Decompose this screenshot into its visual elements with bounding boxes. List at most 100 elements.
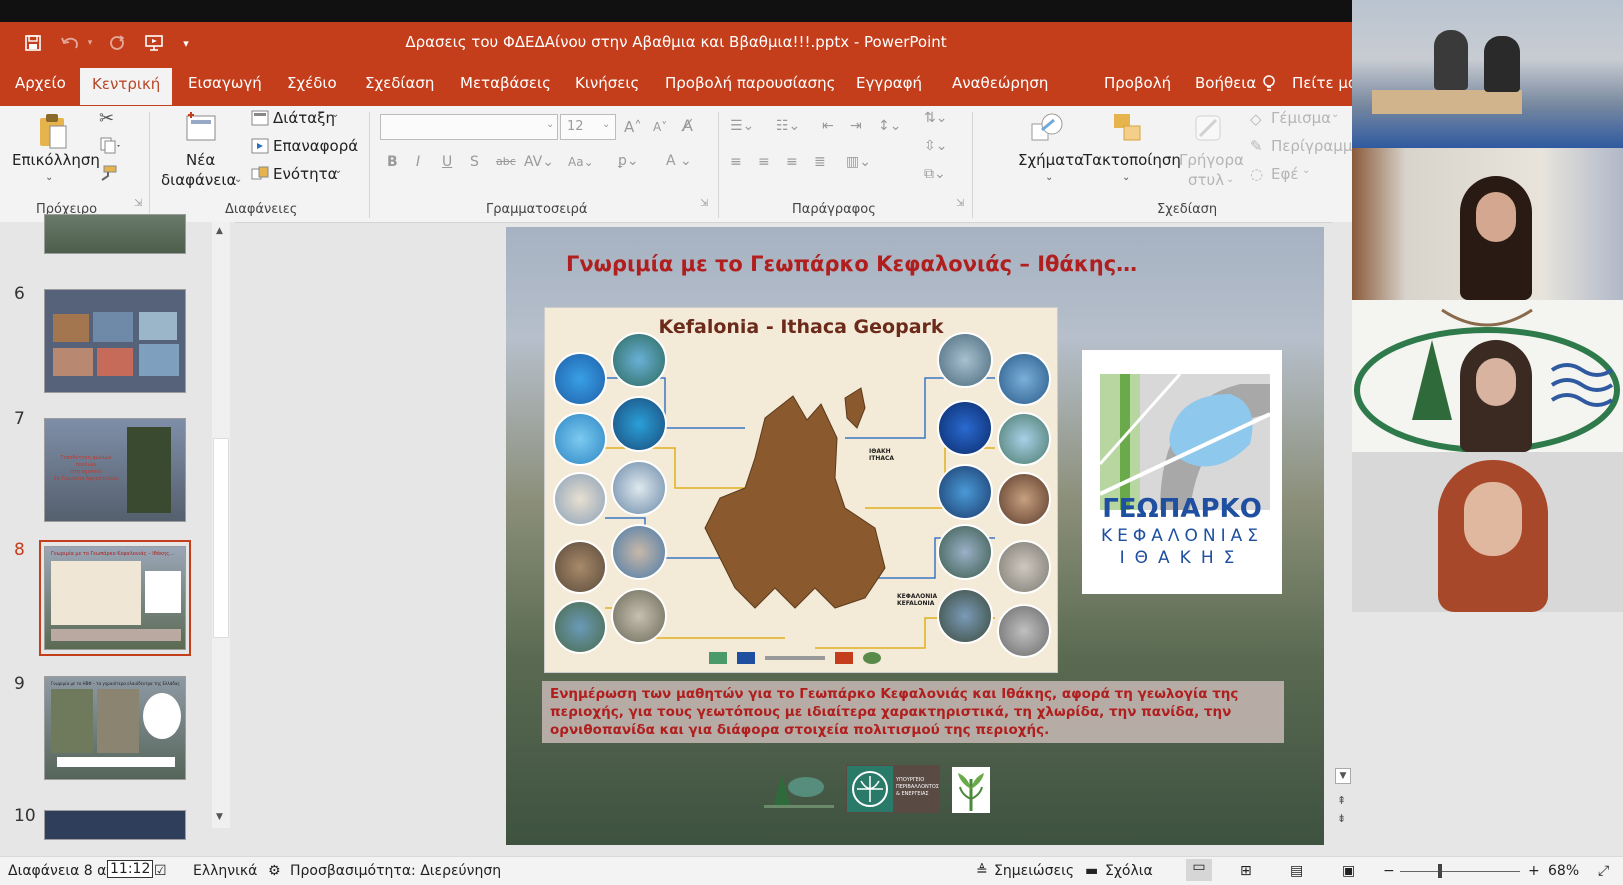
slide-sorter-icon[interactable]: ⊞: [1240, 863, 1252, 879]
notes-icon[interactable]: ≜: [976, 863, 988, 879]
new-slide-label-2[interactable]: διαφάνεια: [161, 171, 236, 189]
align-right-icon[interactable]: ≡: [786, 154, 798, 170]
font-name-field[interactable]: [380, 114, 558, 140]
line-spacing-icon[interactable]: ↕⌄: [878, 118, 901, 134]
layout-icon[interactable]: [251, 110, 269, 130]
section-dropdown-icon[interactable]: ⌄: [334, 165, 342, 176]
video-tile-4[interactable]: [1352, 452, 1623, 612]
scroll-up-arrow-icon[interactable]: ▲: [216, 226, 223, 236]
next-slide-icon[interactable]: ⇟: [1337, 812, 1346, 825]
shape-outline-button[interactable]: Περίγραμμα: [1271, 137, 1362, 155]
character-spacing-icon[interactable]: AV⌄: [524, 154, 554, 170]
font-color-icon[interactable]: A ⌄: [666, 153, 692, 169]
section-icon[interactable]: [251, 166, 269, 186]
tab-record[interactable]: Εγγραφή: [856, 74, 922, 92]
normal-view-icon[interactable]: ▭: [1186, 859, 1212, 881]
shape-effects-icon[interactable]: ◌: [1250, 165, 1263, 183]
shapes-button[interactable]: Σχήματα: [1018, 151, 1084, 169]
tab-home[interactable]: Κεντρική: [80, 68, 173, 105]
clear-formatting-icon[interactable]: A̸: [682, 116, 693, 135]
language-indicator[interactable]: Ελληνικά: [193, 863, 257, 879]
quick-styles-label-1[interactable]: Γρήγορα: [1179, 151, 1244, 169]
reset-button[interactable]: Επαναφορά: [273, 137, 358, 155]
shadow-icon[interactable]: S: [470, 154, 479, 170]
tab-design[interactable]: Σχέδιο: [287, 74, 337, 92]
quick-styles-dropdown-icon[interactable]: ⌄: [1226, 174, 1234, 185]
cut-icon[interactable]: ✂: [99, 108, 114, 129]
tab-slideshow[interactable]: Προβολή παρουσίασης: [665, 74, 835, 92]
format-painter-icon[interactable]: [98, 164, 118, 186]
align-center-icon[interactable]: ≡: [758, 154, 770, 170]
scroll-down-arrow-icon[interactable]: ▼: [1335, 768, 1351, 784]
arrange-icon[interactable]: [1110, 110, 1144, 150]
thumbnail-scrollbar[interactable]: ▲ ▼: [212, 222, 230, 828]
shapes-icon[interactable]: [1028, 110, 1068, 150]
highlight-icon[interactable]: ꝑ⌄: [618, 153, 639, 169]
tell-me-search[interactable]: Πείτε μο: [1292, 74, 1357, 92]
smartart-icon[interactable]: ⧉⌄: [924, 166, 946, 182]
font-launcher-icon[interactable]: ⇲: [700, 198, 708, 209]
tab-transitions[interactable]: Μεταβάσεις: [460, 74, 551, 92]
numbering-icon[interactable]: ☷⌄: [776, 118, 800, 134]
scroll-down-arrow-icon[interactable]: ▼: [216, 812, 223, 822]
justify-icon[interactable]: ≣: [814, 154, 826, 170]
italic-icon[interactable]: I: [416, 154, 420, 170]
zoom-level[interactable]: 68%: [1548, 863, 1579, 879]
notes-button[interactable]: Σημειώσεις: [994, 863, 1074, 879]
shape-fill-button[interactable]: Γέμισμα: [1271, 109, 1331, 127]
bullets-icon[interactable]: ☰⌄: [730, 118, 754, 134]
shape-effects-dropdown-icon[interactable]: ⌄: [1302, 165, 1310, 176]
zoom-slider-thumb[interactable]: [1438, 864, 1442, 878]
tab-file[interactable]: Αρχείο: [15, 74, 66, 92]
font-name-dropdown-icon[interactable]: ⌄: [546, 119, 554, 130]
accessibility-status[interactable]: Προσβασιμότητα: Διερεύνηση: [290, 863, 501, 879]
columns-icon[interactable]: ▥⌄: [846, 154, 871, 170]
zoom-in-icon[interactable]: +: [1528, 863, 1540, 879]
zoom-slider[interactable]: [1400, 864, 1520, 878]
slide-thumbnail-7[interactable]: Τοποθέτηση φωλιών πουλιών στο σχολείο 2ο…: [44, 418, 186, 522]
shape-fill-dropdown-icon[interactable]: ⌄: [1331, 109, 1339, 120]
paste-dropdown-icon[interactable]: ⌄: [45, 172, 53, 183]
slide-canvas[interactable]: Γνωριμία με το Γεωπάρκο Κεφαλονιάς – Ιθά…: [506, 227, 1324, 845]
fit-slide-icon[interactable]: ⤢: [1598, 863, 1609, 879]
paste-button[interactable]: Επικόλληση: [12, 151, 100, 169]
section-button[interactable]: Ενότητα: [273, 165, 338, 183]
copy-icon[interactable]: [99, 136, 121, 158]
video-tile-3[interactable]: [1352, 300, 1623, 452]
align-left-icon[interactable]: ≡: [730, 154, 742, 170]
slideshow-icon[interactable]: ▣: [1342, 863, 1355, 879]
slide-thumbnail-5[interactable]: [44, 214, 186, 254]
main-scrollbar[interactable]: ▼ ⇞ ⇟: [1332, 222, 1352, 856]
quick-styles-icon[interactable]: [1190, 110, 1226, 150]
tab-draw[interactable]: Σχεδίαση: [365, 74, 434, 92]
tab-animations[interactable]: Κινήσεις: [575, 74, 639, 92]
zoom-out-icon[interactable]: −: [1383, 863, 1395, 879]
text-direction-icon[interactable]: ⇅⌄: [924, 110, 947, 126]
tab-help[interactable]: Βοήθεια: [1195, 74, 1256, 92]
increase-indent-icon[interactable]: ⇥: [850, 118, 862, 134]
increase-font-icon[interactable]: A˄: [624, 118, 642, 136]
clipboard-launcher-icon[interactable]: ⇲: [134, 198, 142, 209]
change-case-icon[interactable]: Aa⌄: [568, 155, 594, 169]
font-size-dropdown-icon[interactable]: ⌄: [602, 119, 610, 130]
slide-thumbnail-9[interactable]: Γνωριμία με το ΗΒΦ – τα γηραιότερα ελαιό…: [44, 676, 186, 780]
paragraph-launcher-icon[interactable]: ⇲: [956, 198, 964, 209]
tab-review[interactable]: Αναθεώρηση: [952, 74, 1048, 92]
previous-slide-icon[interactable]: ⇞: [1337, 794, 1346, 807]
tab-insert[interactable]: Εισαγωγή: [188, 74, 262, 92]
tab-view[interactable]: Προβολή: [1104, 74, 1171, 92]
slide-thumbnail-10[interactable]: [44, 810, 186, 840]
arrange-dropdown-icon[interactable]: ⌄: [1122, 172, 1130, 183]
comments-button[interactable]: Σχόλια: [1105, 863, 1153, 879]
video-tile-2[interactable]: [1352, 148, 1623, 300]
spelling-check-icon[interactable]: ☑: [154, 863, 167, 879]
scrollbar-thumb[interactable]: [213, 438, 229, 638]
new-slide-label-1[interactable]: Νέα: [186, 151, 215, 169]
quick-styles-label-2[interactable]: στυλ: [1188, 171, 1224, 189]
bold-icon[interactable]: B: [387, 154, 398, 170]
shape-effects-button[interactable]: Εφέ: [1271, 165, 1298, 183]
video-tile-1[interactable]: [1352, 0, 1623, 148]
new-slide-dropdown-icon[interactable]: ⌄: [234, 174, 242, 185]
shape-outline-icon[interactable]: ✎: [1250, 137, 1263, 155]
comments-icon[interactable]: ▬: [1085, 863, 1098, 879]
